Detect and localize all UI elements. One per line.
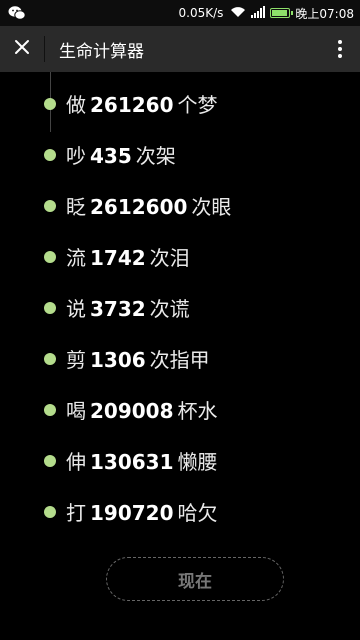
list-item: 吵 435 次架	[0, 129, 360, 180]
stat-unit: 哈欠	[177, 501, 218, 525]
bullet-dot	[44, 403, 56, 416]
stat-number: 209008	[90, 399, 174, 423]
stat-number: 435	[90, 144, 132, 168]
appbar-divider	[44, 36, 45, 62]
life-stats-content: 做 261260 个梦 吵 435 次架 眨 2612600 次眼 流 1742 次泪 说 373…	[0, 72, 360, 640]
stat-number: 3732	[90, 297, 146, 321]
stat-unit: 个梦	[177, 93, 218, 117]
bullet-dot	[44, 301, 56, 314]
stat-verb: 流	[66, 246, 86, 270]
bullet-dot	[44, 250, 56, 263]
list-item: 说 3732 次谎	[0, 282, 360, 333]
stat-number: 190720	[90, 501, 174, 525]
wifi-icon	[230, 6, 246, 21]
stat-unit: 次指甲	[149, 348, 210, 372]
list-item: 眨 2612600 次眼	[0, 180, 360, 231]
bullet-dot	[44, 97, 56, 110]
stat-list: 做 261260 个梦 吵 435 次架 眨 2612600 次眼 流 1742 次泪 说 373…	[0, 78, 360, 537]
list-item: 做 261260 个梦	[0, 78, 360, 129]
status-bar: 0.05K/s 晚上07:08	[0, 0, 360, 26]
stat-verb: 喝	[66, 399, 86, 423]
list-item: 剪 1306 次指甲	[0, 333, 360, 384]
stat-verb: 伸	[66, 450, 86, 474]
stat-verb: 做	[66, 93, 86, 117]
list-item: 喝 209008 杯水	[0, 384, 360, 435]
bullet-dot	[44, 148, 56, 161]
list-item: 打 190720 哈欠	[0, 486, 360, 537]
stat-unit: 杯水	[177, 399, 218, 423]
stat-verb: 打	[66, 501, 86, 525]
status-time: 晚上07:08	[295, 6, 354, 21]
stat-unit: 次泪	[149, 246, 190, 270]
stat-verb: 说	[66, 297, 86, 321]
stat-number: 2612600	[90, 195, 188, 219]
bullet-dot	[44, 352, 56, 365]
more-options-button[interactable]	[334, 34, 346, 64]
stat-unit: 次眼	[191, 195, 232, 219]
close-icon	[14, 39, 30, 59]
more-vertical-icon	[338, 40, 342, 58]
stat-number: 1742	[90, 246, 146, 270]
signal-icon	[251, 5, 266, 21]
bullet-dot	[44, 505, 56, 518]
app-bar: 生命计算器	[0, 26, 360, 72]
list-item: 伸 130631 懒腰	[0, 435, 360, 486]
stat-verb: 吵	[66, 144, 86, 168]
stat-unit: 次架	[135, 144, 176, 168]
stat-unit: 懒腰	[177, 450, 218, 474]
stat-number: 130631	[90, 450, 174, 474]
page-title: 生命计算器	[59, 41, 144, 62]
stat-verb: 剪	[66, 348, 86, 372]
battery-icon	[270, 8, 294, 18]
stat-number: 1306	[90, 348, 146, 372]
close-button[interactable]	[0, 26, 44, 72]
now-button[interactable]: 现在	[106, 557, 284, 601]
bullet-dot	[44, 454, 56, 467]
wechat-icon	[8, 5, 26, 21]
stat-unit: 次谎	[149, 297, 190, 321]
battery-fill	[272, 10, 288, 16]
network-speed: 0.05K/s	[178, 6, 224, 20]
bullet-dot	[44, 199, 56, 212]
list-item: 流 1742 次泪	[0, 231, 360, 282]
stat-number: 261260	[90, 93, 174, 117]
stat-verb: 眨	[66, 195, 86, 219]
